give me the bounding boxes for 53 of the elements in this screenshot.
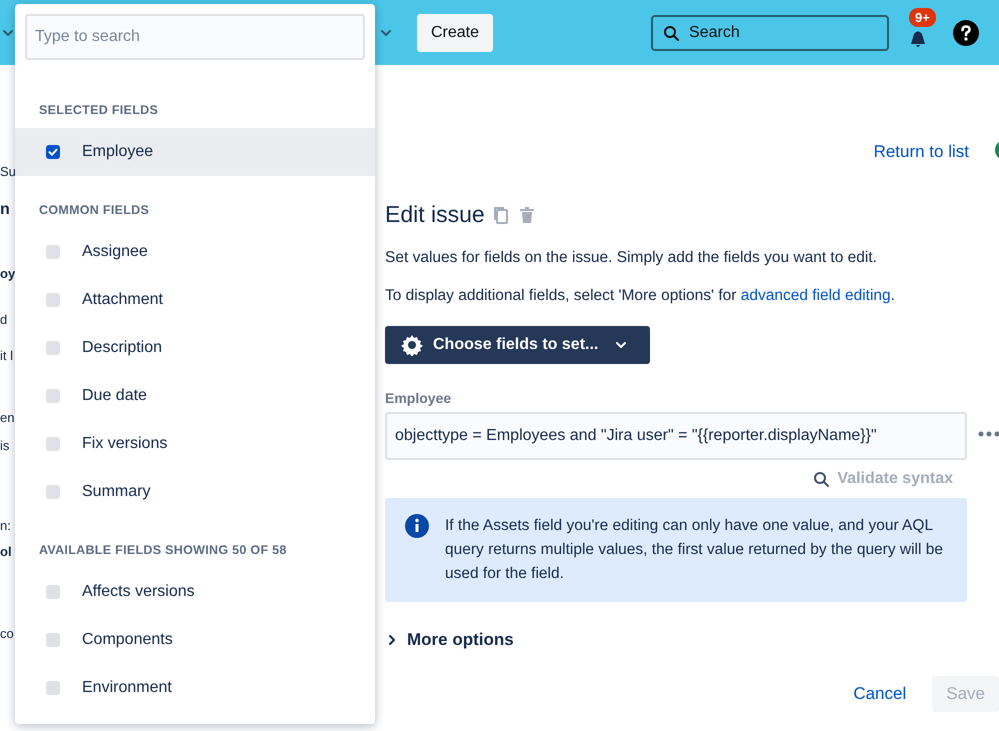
field-option[interactable]: Fix versions [15,420,375,468]
search-field[interactable]: Search [651,14,890,50]
checkbox[interactable] [46,437,60,451]
checkbox[interactable] [46,633,60,647]
checkbox[interactable] [46,585,60,599]
text-fragment: ol [0,543,13,561]
text-fragment: co [0,625,15,643]
gear-icon [401,334,423,356]
text-fragment: d [0,311,8,329]
field-option[interactable]: Affects versions [15,568,375,616]
info-icon [405,514,429,538]
info-text: If the Assets field you're editing can only have one value, and your AQL query returns multiple values, the first value returned by the query will be used for the field. [445,516,944,584]
section-heading: COMMON FIELDS [38,202,150,219]
section-title: Edit issue [385,201,485,228]
search-icon [663,24,680,40]
field-option[interactable]: Employee [15,128,375,176]
more-icon[interactable] [977,430,999,438]
advanced-field-editing-link[interactable]: advanced field editing [740,287,891,304]
notification-badge: 9+ [909,8,936,26]
search-icon [813,471,830,487]
text-fragment: en [0,409,15,427]
checkbox[interactable] [46,245,60,259]
text-fragment: is [0,437,10,455]
section-heading: SELECTED FIELDS [38,102,160,119]
field-option[interactable]: Due date [15,372,375,420]
section-heading: AVAILABLE FIELDS SHOWING 50 OF 58 [38,542,288,559]
cancel-button[interactable]: Cancel [845,676,914,712]
create-button[interactable]: Create [417,14,494,52]
text-fragment: n: [0,517,12,535]
checkbox[interactable] [46,145,60,159]
checkbox[interactable] [46,341,60,355]
hint-text: To display additional fields, select 'More options' for advanced field editing. [385,286,896,306]
help-icon[interactable] [953,20,980,46]
field-option[interactable]: Environment [15,664,375,712]
field-label: Employee [385,390,452,406]
return-to-list-link[interactable]: Return to list [874,142,969,162]
text-fragment: Su [0,163,15,181]
field-option[interactable]: Description [15,324,375,372]
checkbox[interactable] [46,389,60,403]
field-option[interactable]: Assignee [15,228,375,276]
text-fragment: it l [0,347,14,365]
more-options-toggle[interactable]: More options [385,630,514,650]
text-fragment: n [0,201,11,219]
checkbox[interactable] [46,485,60,499]
query-field[interactable]: objecttype = Employees and "Jira user" = "{{reporter.displayName}}" [385,412,967,460]
choose-fields-button[interactable]: Choose fields to set... [385,326,650,364]
checkbox[interactable] [46,293,60,307]
checkbox[interactable] [46,681,60,695]
description-text: Set values for fields on the issue. Simply add the fields you want to edit. [385,248,878,268]
text-fragment: oy [0,265,15,283]
field-option[interactable]: Components [15,616,375,664]
field-option[interactable]: Attachment [15,276,375,324]
field-option[interactable]: Summary [15,468,375,516]
